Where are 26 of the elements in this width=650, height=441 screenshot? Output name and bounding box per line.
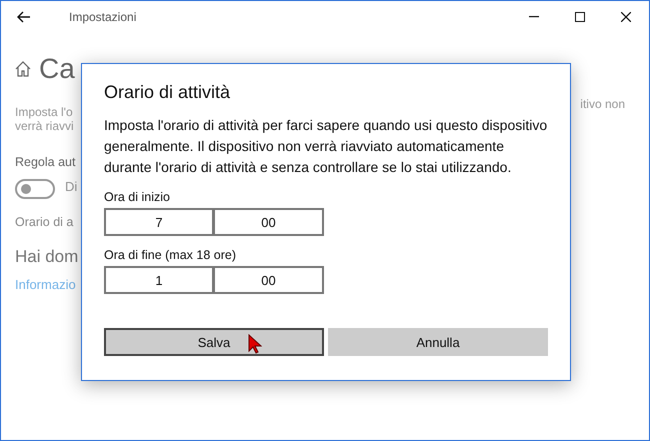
close-icon: [621, 12, 631, 22]
minimize-icon: [529, 16, 539, 18]
setting-title: Regola aut: [15, 155, 76, 169]
dialog-button[interactable]: Annulla: [328, 328, 548, 356]
minutes-field[interactable]: 00: [214, 266, 324, 294]
hours-field[interactable]: 7: [104, 208, 214, 236]
field-label: Ora di inizio: [104, 190, 171, 204]
description-text: itivo non: [580, 97, 625, 111]
minutes-field[interactable]: 00: [214, 208, 324, 236]
help-heading: Hai dom: [15, 247, 78, 267]
description-text: verrà riavvi: [15, 119, 74, 133]
description-text: Imposta l'o: [15, 105, 73, 119]
toggle-label: Di: [65, 179, 78, 194]
maximize-icon: [575, 12, 585, 22]
pointer-icon: [248, 334, 262, 354]
page-heading: Ca: [39, 53, 75, 85]
setting-label: Orario di a: [15, 215, 74, 229]
hours-field[interactable]: 1: [104, 266, 214, 294]
toggle-switch[interactable]: [15, 179, 55, 199]
window-title: Impostazioni: [69, 10, 138, 24]
back-arrow-icon: [17, 11, 31, 23]
home-icon[interactable]: [15, 61, 31, 77]
dialog-button[interactable]: Salva: [104, 328, 324, 356]
field-label: Ora di fine (max 18 ore): [104, 248, 237, 262]
dialog-title: Orario di attività: [104, 82, 232, 103]
dialog-text: Imposta l'orario di attività per farci sapere quando usi questo dispositivo generalmente. Il dispositivo non verrà riavviato automaticamente durante l'orario di attività e senza controllare se lo stai utilizzando.: [104, 116, 548, 177]
